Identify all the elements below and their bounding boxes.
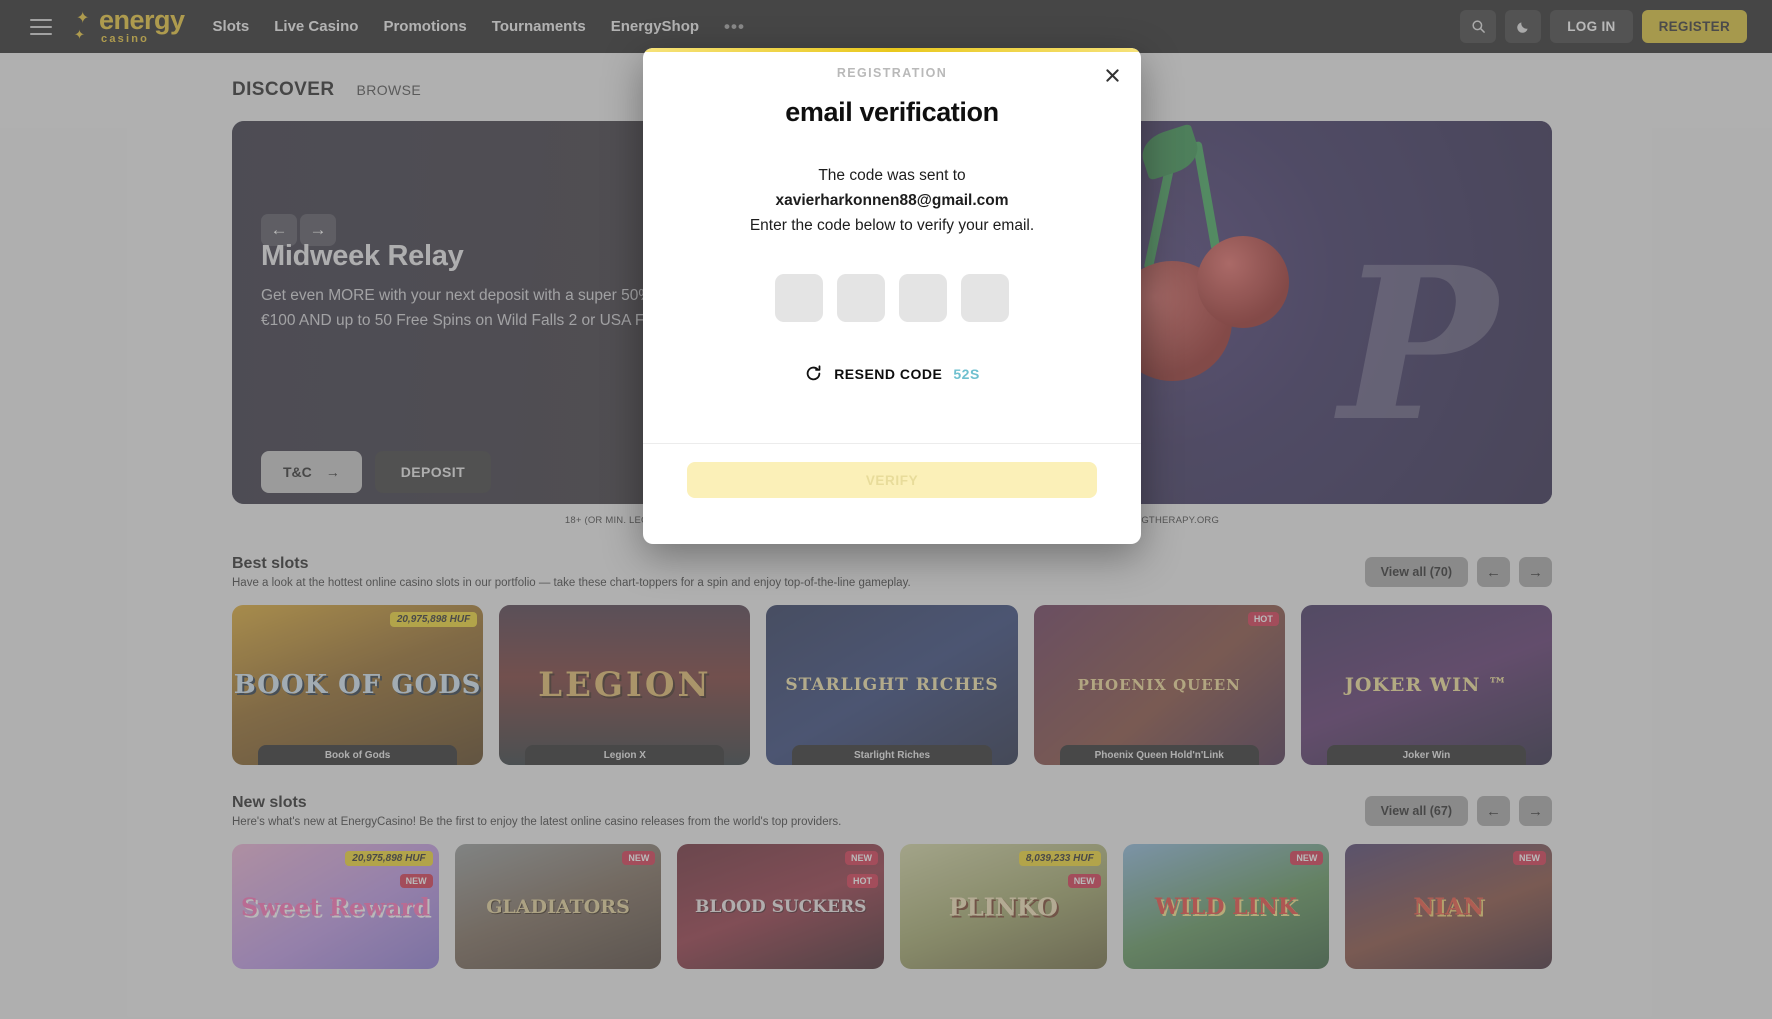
refresh-icon [806,365,821,381]
modal-kicker: REGISTRATION [836,66,948,80]
modal-title: email verification [785,97,999,127]
verification-code-inputs [643,274,1141,322]
close-icon [1105,68,1119,82]
modal-divider [643,443,1141,444]
recipient-email: xavierharkonnen88@gmail.com [775,192,1009,209]
verify-button[interactable]: VERIFY [687,462,1097,498]
email-verification-modal: REGISTRATION email verification The code… [643,48,1141,544]
code-input-4[interactable] [961,274,1009,322]
resend-code-button[interactable]: RESEND CODE 52S [643,364,1141,383]
close-button[interactable] [1099,62,1125,88]
code-sent-line: The code was sent to [818,167,966,184]
code-input-3[interactable] [899,274,947,322]
code-input-2[interactable] [837,274,885,322]
code-input-1[interactable] [775,274,823,322]
resend-code-label: RESEND CODE [834,365,943,382]
enter-code-line: Enter the code below to verify your emai… [749,217,1035,234]
resend-timer: 52S [953,365,980,382]
modal-accent-bar [643,48,1141,52]
app-root: ✦✦ energy casino Slots Live Casino Promo… [0,0,1772,1019]
modal-body-text: The code was sent to xavierharkonnen88@g… [643,163,1141,238]
